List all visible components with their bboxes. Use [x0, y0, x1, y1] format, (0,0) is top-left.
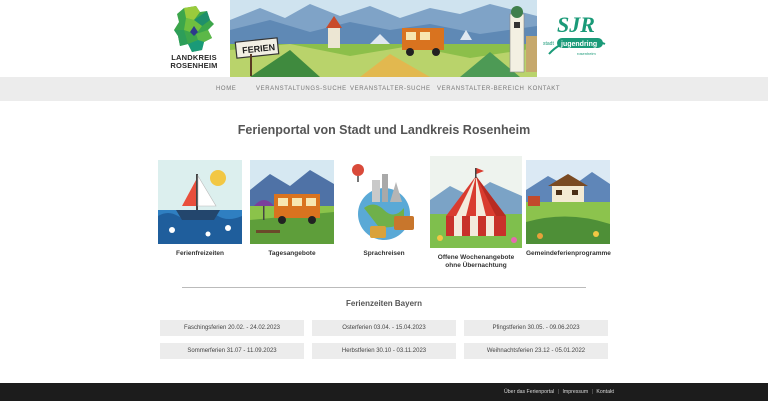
sjr-logo-letters: SJR	[557, 12, 595, 37]
tile-label-line-2: ohne Übernachtung	[445, 261, 507, 269]
offene-wochenangebote-image	[430, 156, 522, 248]
landkreis-rosenheim-logo[interactable]: LANDKREIS ROSENHEIM	[168, 4, 220, 76]
ferienfreizeiten-image	[158, 160, 242, 244]
tile-label: Sprachreisen	[363, 250, 405, 257]
sjr-logo-city: rosenheim	[577, 51, 596, 56]
footer-links: Über das Ferienportal | Impressum | Kont…	[504, 383, 614, 401]
sjr-logo-jugendring: jugendring	[560, 41, 597, 48]
gemeindeferienprogramme-image	[526, 160, 610, 244]
tile-sprachreisen[interactable]: Sprachreisen	[342, 160, 426, 258]
holiday-weihnachtsferien: Weihnachtsferien 23.12 - 05.01.2022	[464, 343, 608, 359]
tile-label: Offene Wochenangebote ohne Übernachtung	[430, 254, 522, 269]
holidays-title: Ferienzeiten Bayern	[345, 299, 423, 308]
holiday-faschingsferien: Faschingsferien 20.02. - 24.02.2023	[160, 320, 304, 336]
holiday-sommerferien: Sommerferien 31.07 - 11.09.2023	[160, 343, 304, 359]
nav-veranstaltungs-suche[interactable]: VERANSTALTUNGS-SUCHE	[256, 77, 347, 101]
footer-separator: |	[591, 389, 593, 395]
footer-link-kontakt[interactable]: Kontakt	[596, 383, 614, 401]
tile-gemeindeferienprogramme[interactable]: Gemeindeferienprogramme	[526, 160, 611, 258]
sjr-logo-stadt: stadt	[543, 41, 554, 47]
header-banner-illustration: FERIEN	[230, 0, 537, 77]
tagesangebote-image	[250, 160, 334, 244]
nav-kontakt[interactable]: KONTAKT	[528, 77, 560, 101]
holiday-osterferien: Osterferien 03.04. - 15.04.2023	[312, 320, 456, 336]
sjr-jugendring-logo[interactable]: SJR jugendring stadt rosenheim	[543, 10, 609, 68]
site-header: LANDKREIS ROSENHEIM FERIEN SJR jugendrin…	[0, 0, 768, 77]
nav-veranstalter-suche[interactable]: VERANSTALTER-SUCHE	[350, 77, 431, 101]
tile-label: Ferienfreizeiten	[175, 250, 225, 257]
main-nav: HOME VERANSTALTUNGS-SUCHE VERANSTALTER-S…	[0, 77, 768, 101]
logo-text-line-2: ROSENHEIM	[170, 61, 218, 70]
tile-offene-wochenangebote[interactable]: Offene Wochenangebote ohne Übernachtung	[430, 156, 522, 269]
footer-link-impressum[interactable]: Impressum	[562, 383, 588, 401]
nav-home[interactable]: HOME	[216, 77, 236, 101]
sprachreisen-image	[342, 160, 426, 244]
tile-ferienfreizeiten[interactable]: Ferienfreizeiten	[158, 160, 242, 258]
holiday-pfingstferien: Pfingstferien 30.05. - 09.06.2023	[464, 320, 608, 336]
tile-label: Gemeindeferienprogramme	[526, 250, 611, 257]
tile-label: Tagesangebote	[268, 250, 316, 257]
footer-link-ueber[interactable]: Über das Ferienportal	[504, 383, 554, 401]
nav-veranstalter-bereich[interactable]: VERANSTALTER-BEREICH	[437, 77, 524, 101]
tile-tagesangebote[interactable]: Tagesangebote	[250, 160, 334, 258]
page-title: Ferienportal von Stadt und Landkreis Ros…	[237, 123, 531, 137]
footer-separator: |	[557, 389, 560, 395]
tile-label-line-1: Offene Wochenangebote	[437, 254, 515, 261]
section-divider	[182, 287, 586, 288]
site-footer: Über das Ferienportal | Impressum | Kont…	[0, 383, 768, 401]
landkreis-logo-text: LANDKREIS ROSENHEIM	[168, 54, 220, 70]
landkreis-map-icon	[174, 6, 214, 52]
holiday-herbstferien: Herbstferien 30.10 - 03.11.2023	[312, 343, 456, 359]
